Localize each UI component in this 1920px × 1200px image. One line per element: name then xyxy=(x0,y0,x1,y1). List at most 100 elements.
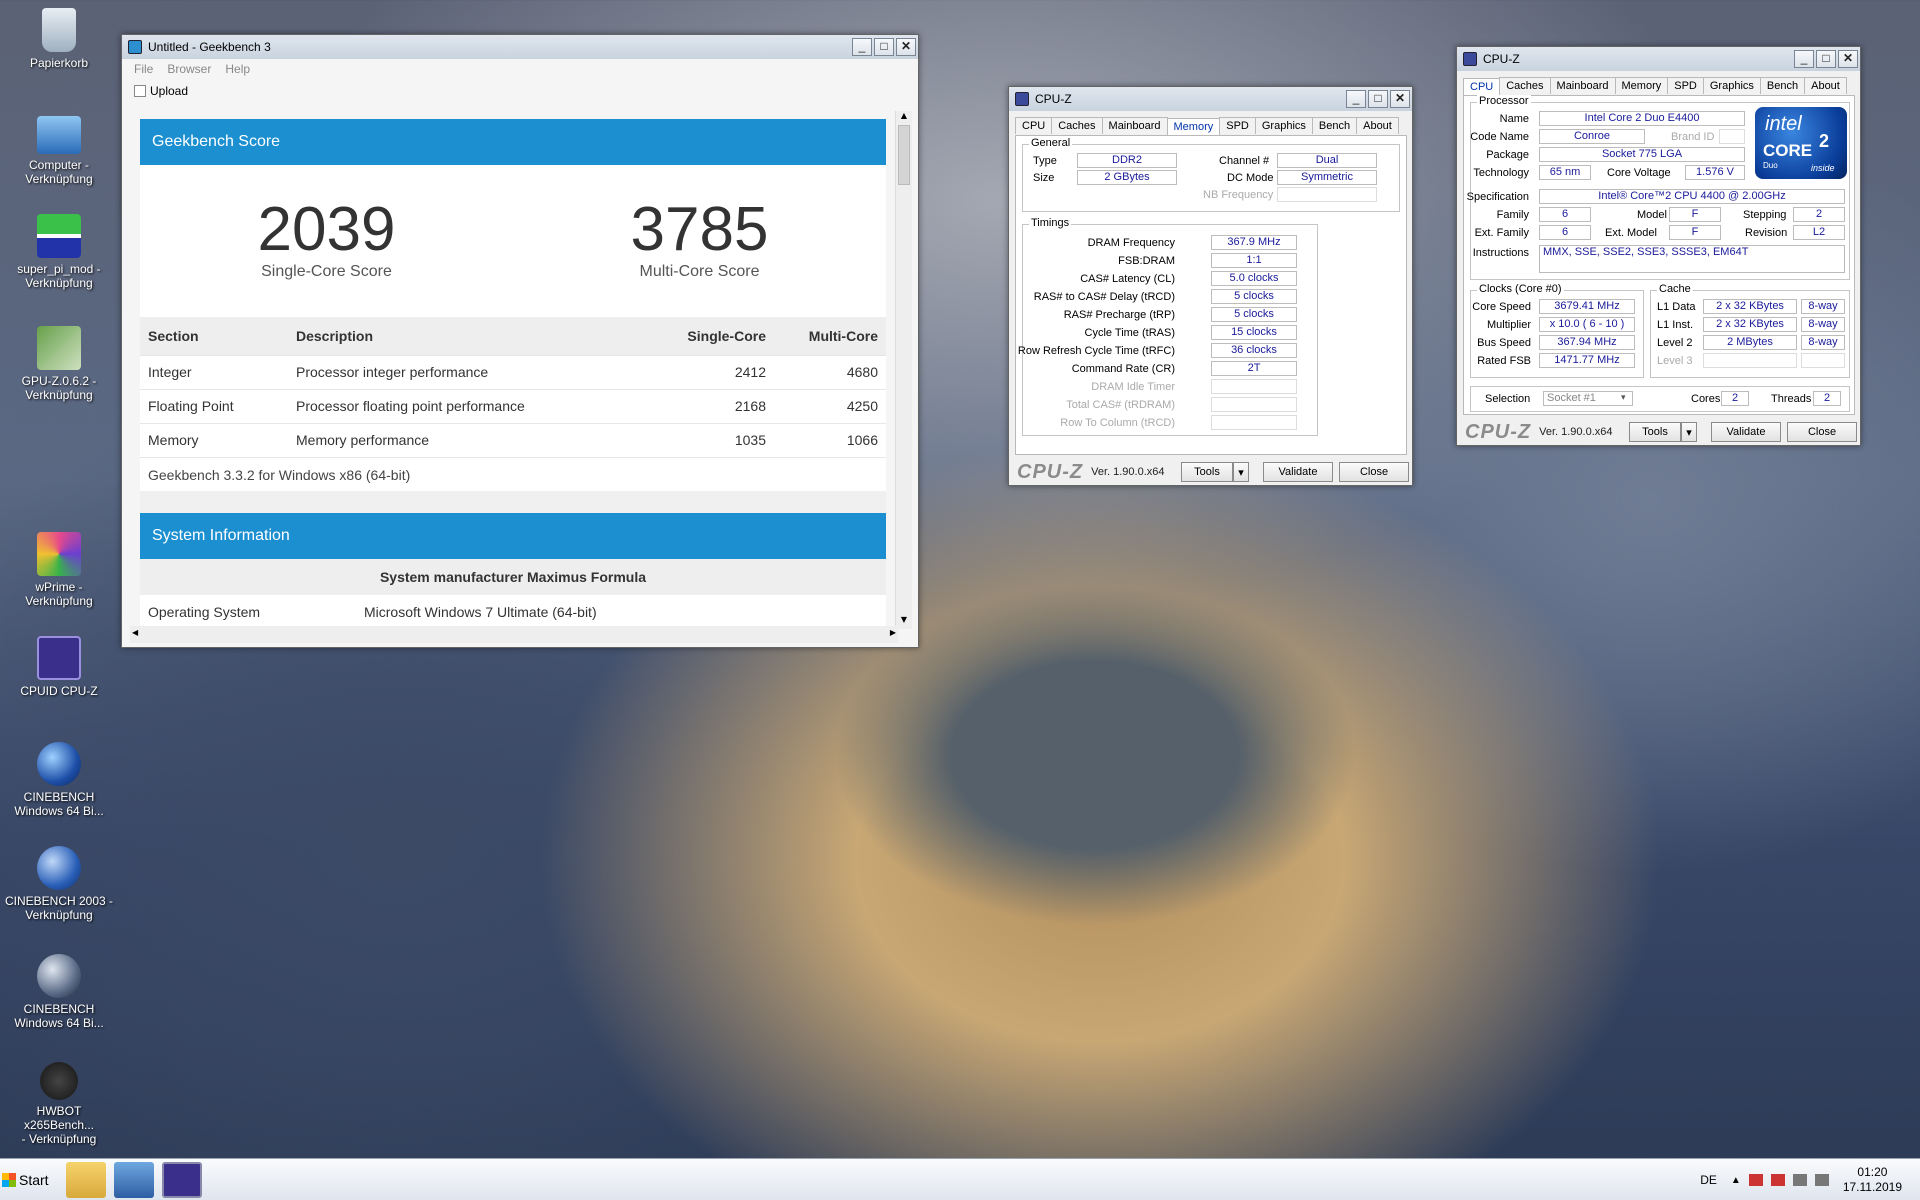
desktop-icon-super-pi[interactable]: super_pi_mod - Verknüpfung xyxy=(4,214,114,290)
cinebench-icon xyxy=(37,954,81,998)
package-value: Socket 775 LGA xyxy=(1539,147,1745,162)
scroll-right-arrow[interactable]: ▶ xyxy=(890,628,896,637)
scroll-up-arrow[interactable]: ▲ xyxy=(896,111,912,125)
tab-cpu[interactable]: CPU xyxy=(1015,117,1053,134)
instructions-value: MMX, SSE, SSE2, SSE3, SSSE3, EM64T xyxy=(1539,245,1845,273)
row-description: Memory performance xyxy=(288,422,644,457)
tab-caches[interactable]: Caches xyxy=(1499,77,1551,94)
start-button[interactable]: Start xyxy=(2,1165,52,1195)
cpuz-memory-footer: CPU-Z Ver. 1.90.0.x64 Tools ▾ Validate C… xyxy=(1009,459,1412,485)
computer-icon xyxy=(37,116,81,154)
intel-core2-duo-logo: intel CORE 2 Duo inside xyxy=(1755,107,1847,179)
chevron-down-icon[interactable]: ▾ xyxy=(1621,392,1626,403)
cpuz-cpu-titlebar[interactable]: CPU-Z _ □ ✕ xyxy=(1457,47,1860,71)
speaker-icon[interactable] xyxy=(1814,1174,1829,1186)
maximize-button[interactable]: □ xyxy=(1368,90,1388,108)
tab-spd[interactable]: SPD xyxy=(1219,117,1256,134)
desktop-icon-cpuz[interactable]: CPUID CPU-Z xyxy=(4,636,114,698)
menu-file[interactable]: File xyxy=(134,62,153,76)
tools-button[interactable]: Tools xyxy=(1181,462,1233,482)
cpu-tab-body: Processor Name Intel Core 2 Duo E4400 Co… xyxy=(1463,95,1855,415)
desktop-icon-wprime[interactable]: wPrime - Verknüpfung xyxy=(4,532,114,608)
specification-label: Specification xyxy=(1466,191,1529,203)
desktop-icon-cinebench-1[interactable]: CINEBENCH Windows 64 Bi... xyxy=(4,742,114,818)
tab-bench[interactable]: Bench xyxy=(1311,117,1358,134)
tab-caches[interactable]: Caches xyxy=(1051,117,1103,134)
menu-help[interactable]: Help xyxy=(225,62,250,76)
geekbench-titlebar[interactable]: Untitled - Geekbench 3 _ □ ✕ xyxy=(122,35,918,59)
tray-icon-2[interactable] xyxy=(1770,1174,1785,1186)
general-title: General xyxy=(1029,137,1073,149)
l1-inst-way: 8-way xyxy=(1801,317,1845,332)
scroll-left-arrow[interactable]: ◀ xyxy=(132,628,138,637)
validate-button[interactable]: Validate xyxy=(1263,462,1333,482)
tab-memory[interactable]: Memory xyxy=(1166,118,1221,135)
l1-data-value: 2 x 32 KBytes xyxy=(1703,299,1797,314)
close-button[interactable]: ✕ xyxy=(896,38,916,56)
tab-spd[interactable]: SPD xyxy=(1667,77,1704,94)
system-manufacturer: System manufacturer Maximus Formula xyxy=(140,559,886,595)
upload-button[interactable]: Upload xyxy=(150,84,188,98)
tab-graphics[interactable]: Graphics xyxy=(1254,117,1313,134)
desktop-icon-recycle-bin[interactable]: Papierkorb xyxy=(4,8,114,70)
row-single: 2412 xyxy=(644,354,774,389)
network-icon[interactable] xyxy=(1792,1174,1807,1186)
tab-about[interactable]: About xyxy=(1356,117,1399,134)
clock[interactable]: 01:20 17.11.2019 xyxy=(1843,1165,1902,1195)
cpuz-memory-titlebar[interactable]: CPU-Z _ □ ✕ xyxy=(1009,87,1412,111)
timing-value: 36 clocks xyxy=(1211,343,1297,358)
super-pi-icon xyxy=(37,214,81,258)
vertical-scrollbar[interactable]: ▲ ▼ xyxy=(895,111,912,629)
tools-dropdown-icon[interactable]: ▾ xyxy=(1681,422,1697,442)
desktop-icon-gpu-z[interactable]: GPU-Z.0.6.2 - Verknüpfung xyxy=(4,326,114,402)
close-button[interactable]: ✕ xyxy=(1390,90,1410,108)
maximize-button[interactable]: □ xyxy=(874,38,894,56)
intel-inside-text: inside xyxy=(1811,163,1835,173)
desktop-icon-cinebench-2003[interactable]: CINEBENCH 2003 - Verknüpfung xyxy=(4,846,114,922)
close-button[interactable]: ✕ xyxy=(1838,50,1858,68)
col-section: Section xyxy=(140,317,288,355)
minimize-button[interactable]: _ xyxy=(852,38,872,56)
menu-browser[interactable]: Browser xyxy=(167,62,211,76)
size-label: Size xyxy=(1033,172,1055,184)
taskbar-explorer-icon[interactable] xyxy=(66,1162,106,1198)
timing-value xyxy=(1211,397,1297,412)
threads-value: 2 xyxy=(1813,391,1841,406)
brandid-value xyxy=(1719,129,1745,144)
table-row: Integer Processor integer performance 24… xyxy=(140,354,886,389)
tab-bench[interactable]: Bench xyxy=(1759,77,1806,94)
ext-family-value: 6 xyxy=(1539,225,1591,240)
tab-about[interactable]: About xyxy=(1804,77,1847,94)
desktop-icon-cinebench-2[interactable]: CINEBENCH Windows 64 Bi... xyxy=(4,954,114,1030)
tab-mainboard[interactable]: Mainboard xyxy=(1549,77,1616,94)
socket-select[interactable]: Socket #1 xyxy=(1543,391,1633,406)
minimize-button[interactable]: _ xyxy=(1794,50,1814,68)
tab-graphics[interactable]: Graphics xyxy=(1702,77,1761,94)
chevron-up-icon[interactable]: ▲ xyxy=(1731,1175,1741,1186)
tray-icon-1[interactable] xyxy=(1748,1174,1763,1186)
desktop-icon-computer[interactable]: Computer - Verknüpfung xyxy=(4,116,114,186)
maximize-button[interactable]: □ xyxy=(1816,50,1836,68)
desktop-icon-hwbot[interactable]: HWBOT x265Bench... - Verknüpfung xyxy=(4,1062,114,1146)
close-window-button[interactable]: Close xyxy=(1339,462,1409,482)
tab-cpu[interactable]: CPU xyxy=(1463,78,1501,95)
horizontal-scrollbar[interactable]: ◀ ▶ xyxy=(130,626,898,643)
scroll-thumb[interactable] xyxy=(898,125,910,185)
taskbar-app-icon[interactable] xyxy=(114,1162,154,1198)
level2-label: Level 2 xyxy=(1657,337,1693,349)
tab-mainboard[interactable]: Mainboard xyxy=(1101,117,1168,134)
multi-core-value: 3785 xyxy=(630,195,769,264)
tools-dropdown-icon[interactable]: ▾ xyxy=(1233,462,1249,482)
close-window-button[interactable]: Close xyxy=(1787,422,1857,442)
bus-speed-label: Bus Speed xyxy=(1477,337,1531,349)
tools-button[interactable]: Tools xyxy=(1629,422,1681,442)
validate-button[interactable]: Validate xyxy=(1711,422,1781,442)
channel-label: Channel # xyxy=(1219,155,1270,167)
timing-label: Row Refresh Cycle Time (tRFC) xyxy=(1017,345,1175,357)
language-indicator[interactable]: DE xyxy=(1700,1173,1717,1187)
taskbar-cpuz-icon[interactable] xyxy=(162,1162,202,1198)
row-single: 1035 xyxy=(644,422,774,457)
scroll-down-arrow[interactable]: ▼ xyxy=(896,615,912,629)
tab-memory[interactable]: Memory xyxy=(1614,77,1669,94)
minimize-button[interactable]: _ xyxy=(1346,90,1366,108)
